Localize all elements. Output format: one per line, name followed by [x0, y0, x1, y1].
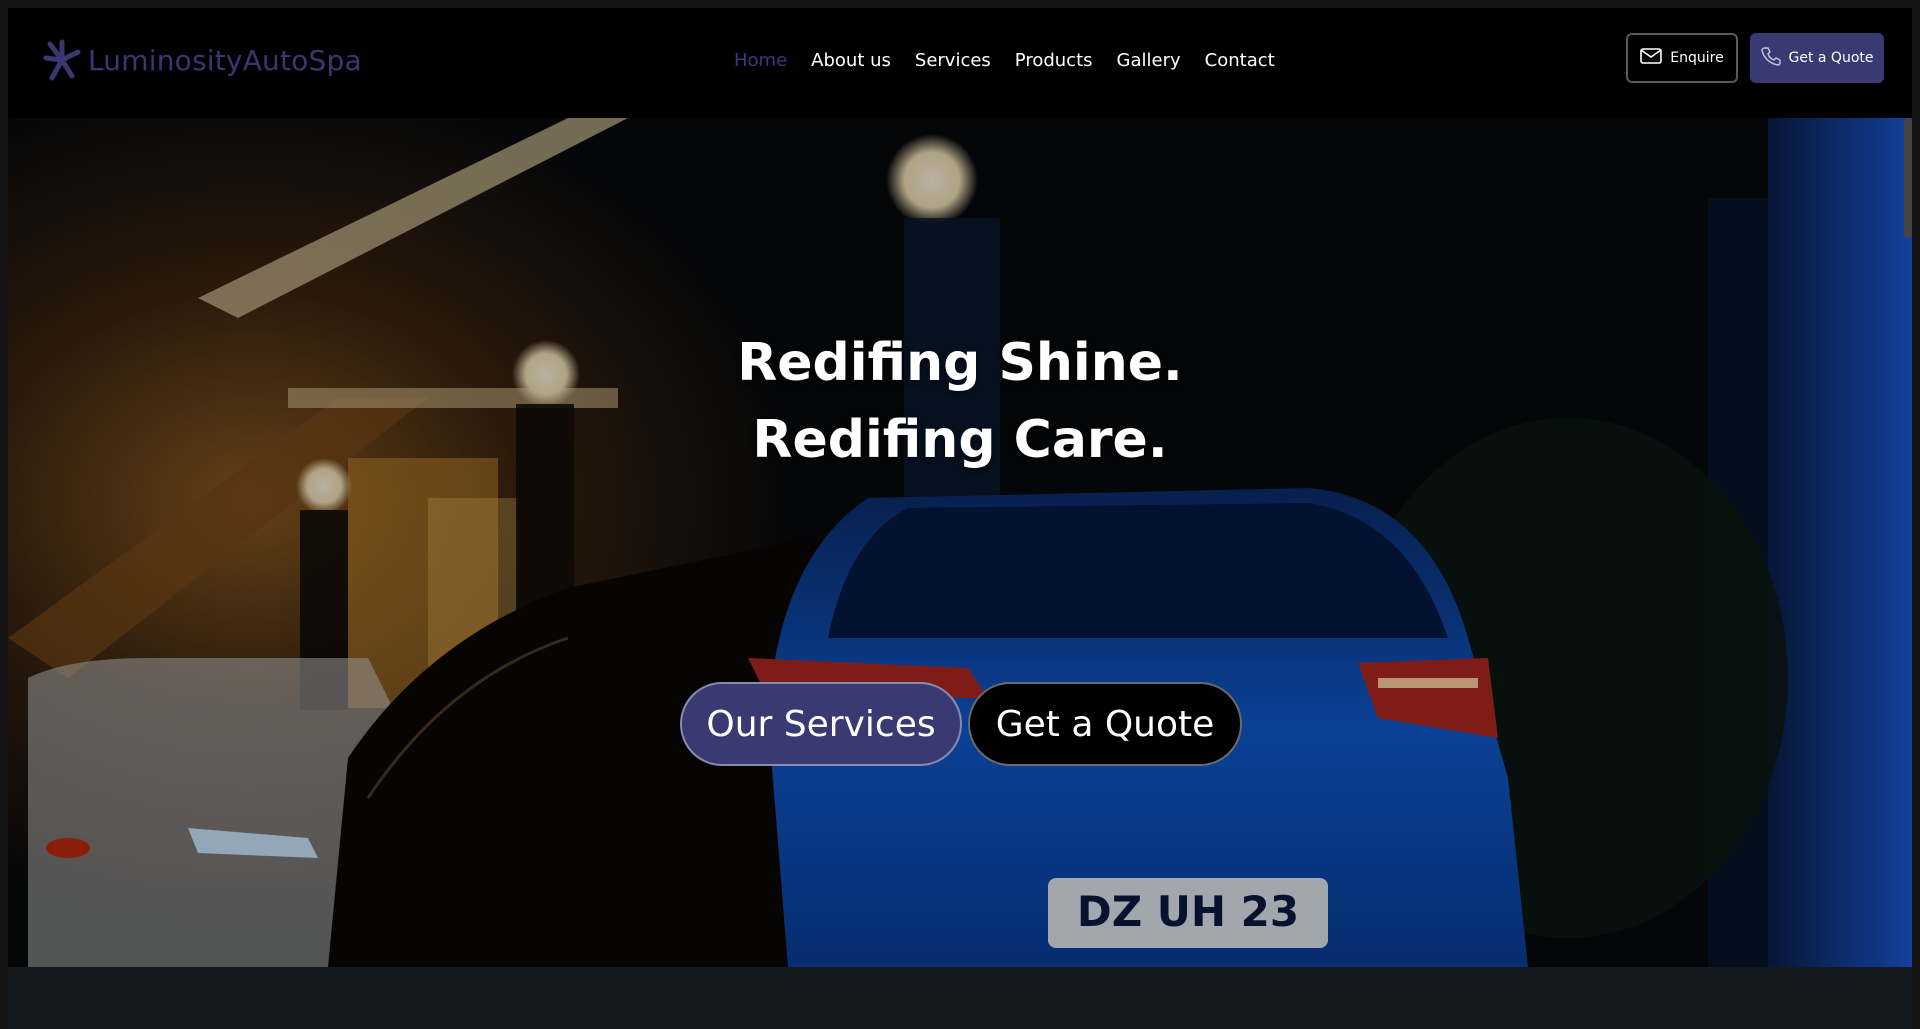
mail-icon [1640, 48, 1663, 68]
hero-section: DZ UH 23 Redifing Shine. Redifing Care. … [8, 118, 1912, 967]
hero-actions: Our Services Get a Quote [680, 682, 1242, 766]
site-header: LuminosityAutoSpa Home About us Services… [8, 8, 1912, 118]
get-quote-hero-button[interactable]: Get a Quote [968, 682, 1242, 766]
our-services-button[interactable]: Our Services [680, 682, 962, 766]
phone-icon [1760, 46, 1781, 70]
nav-item-contact[interactable]: Contact [1205, 50, 1275, 71]
scrollbar-thumb[interactable] [1904, 118, 1912, 238]
hero-line-2: Redifing Care. [752, 410, 1168, 470]
enquire-label: Enquire [1670, 50, 1724, 66]
nav-item-home[interactable]: Home [734, 50, 787, 71]
nav-item-about[interactable]: About us [811, 50, 891, 71]
next-section-strip [8, 967, 1912, 1029]
nav-item-products[interactable]: Products [1015, 50, 1093, 71]
hero-headline: Redifing Shine. Redifing Care. [8, 325, 1912, 479]
nav-item-gallery[interactable]: Gallery [1117, 50, 1181, 71]
page-frame: LuminosityAutoSpa Home About us Services… [8, 8, 1912, 1029]
get-quote-header-label: Get a Quote [1788, 50, 1874, 66]
nav-item-services[interactable]: Services [915, 50, 991, 71]
hero-background-image: DZ UH 23 [8, 118, 1912, 967]
starburst-icon [42, 38, 82, 82]
brand-name: LuminosityAutoSpa [88, 43, 362, 77]
enquire-button[interactable]: Enquire [1626, 33, 1738, 83]
hero-line-1: Redifing Shine. [737, 333, 1183, 393]
main-nav: Home About us Services Products Gallery … [734, 50, 1275, 71]
brand-logo[interactable]: LuminosityAutoSpa [42, 38, 362, 82]
get-quote-header-button[interactable]: Get a Quote [1750, 33, 1884, 83]
